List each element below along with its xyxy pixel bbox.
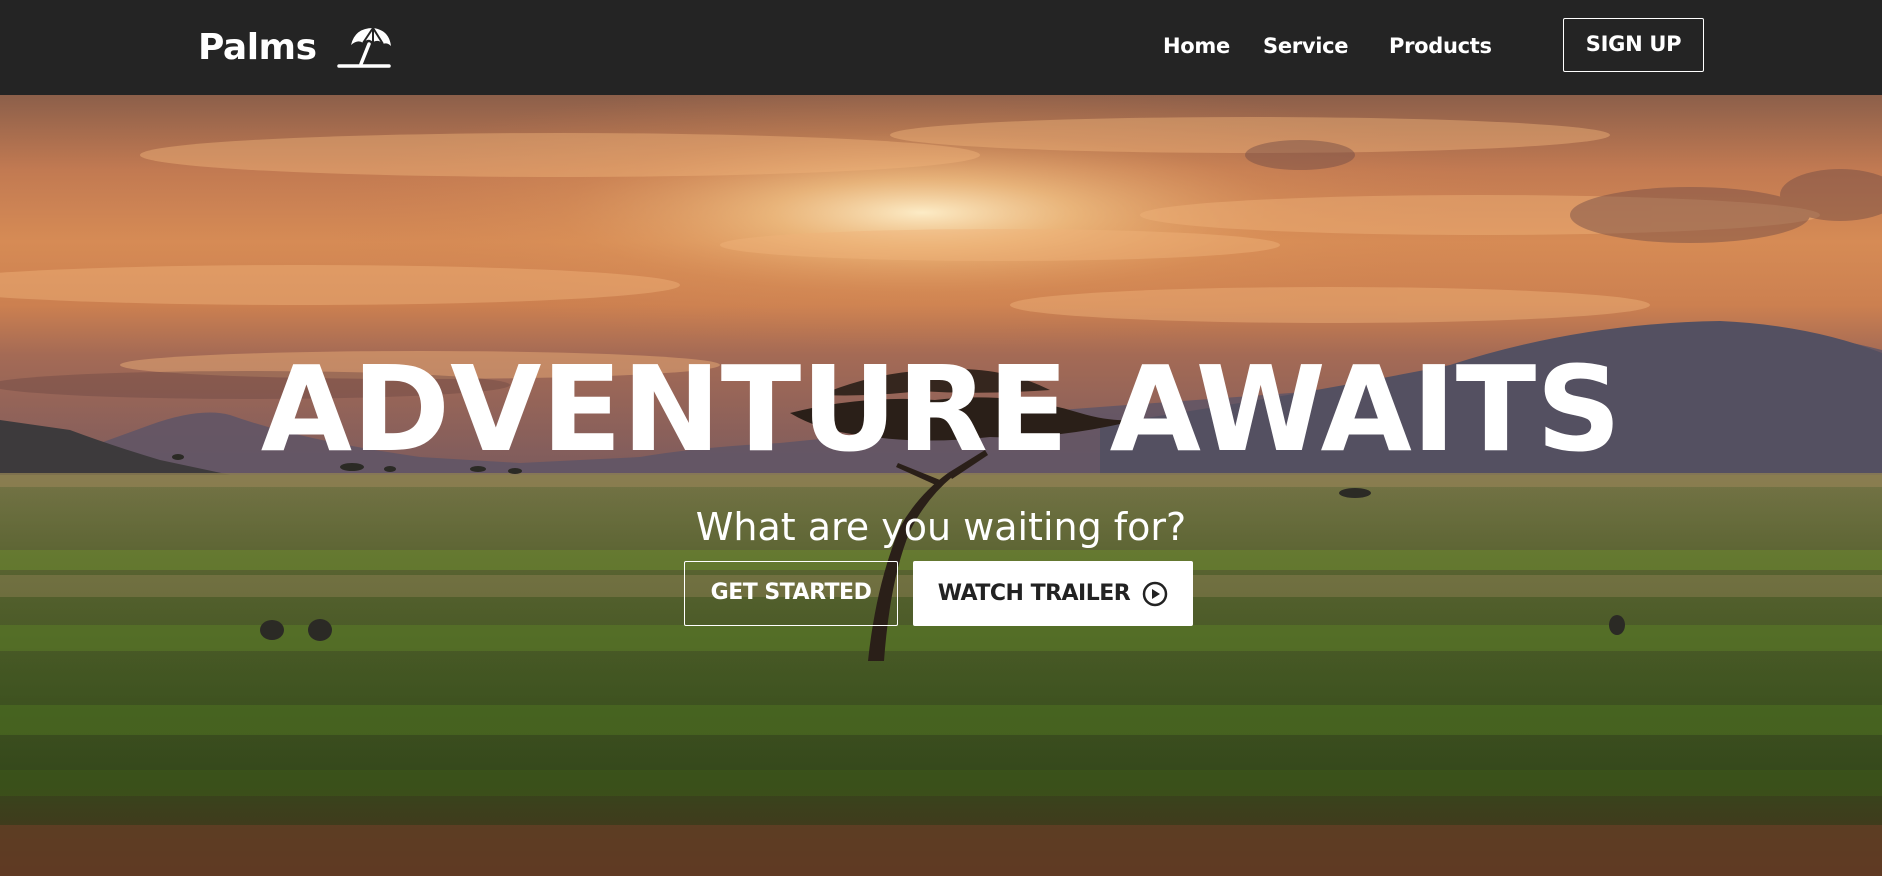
watch-trailer-button[interactable]: WATCH TRAILER [913,561,1193,626]
brand-name: Palms [198,26,317,68]
signup-button[interactable]: SIGN UP [1563,18,1704,72]
nav-home[interactable]: Home [1163,30,1263,62]
beach-umbrella-icon [336,27,391,68]
hero-title: ADVENTURE AWAITS [260,340,1622,478]
nav-service[interactable]: Service [1263,30,1389,62]
nav-products[interactable]: Products [1389,30,1509,62]
get-started-button[interactable]: GET STARTED [684,561,898,626]
navbar: Palms Home Service Products SIGN UP [0,0,1882,95]
hero-subtitle: What are you waiting for? [695,505,1187,549]
watch-trailer-label: WATCH TRAILER [937,581,1131,606]
play-circle-icon [1142,581,1168,606]
brand-logo[interactable]: Palms [198,22,393,72]
nav-links: Home Service Products [1163,30,1509,62]
savanna-sunset-image [0,95,1882,876]
hero-section: ADVENTURE AWAITS What are you waiting fo… [0,95,1882,876]
